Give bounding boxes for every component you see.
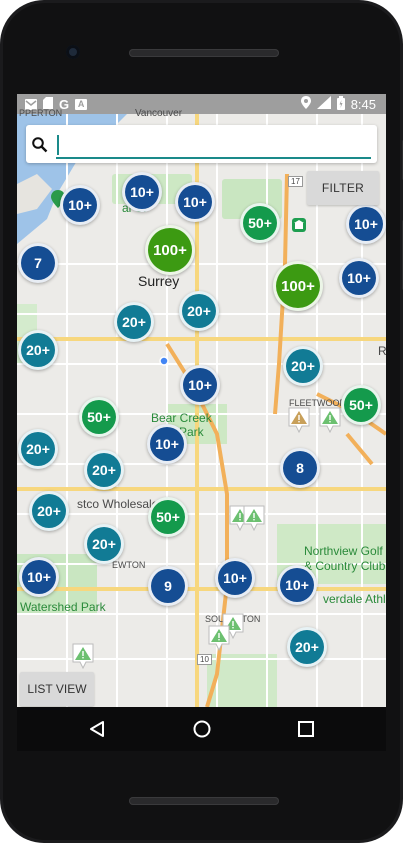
map-label-northview-1: Northview Golf — [304, 544, 383, 558]
android-nav-bar — [17, 707, 386, 751]
cluster-marker[interactable]: 20+ — [84, 524, 124, 564]
cluster-marker[interactable]: 50+ — [240, 203, 280, 243]
cluster-marker[interactable]: 20+ — [179, 291, 219, 331]
map-label-newton: EWTON — [112, 560, 146, 570]
app-screen: G A 8:45 PPERTON Vancouver 17 Surrey R B… — [17, 94, 386, 707]
front-camera — [66, 45, 80, 59]
filter-button[interactable]: FILTER — [307, 171, 379, 205]
top-speaker — [129, 49, 279, 57]
map-label-surrey: Surrey — [138, 273, 180, 289]
cluster-marker[interactable]: 50+ — [341, 385, 381, 425]
home-icon[interactable] — [192, 719, 212, 739]
cluster-marker[interactable]: 20+ — [114, 302, 154, 342]
cluster-marker[interactable]: 10+ — [175, 182, 215, 222]
cluster-marker[interactable]: 20+ — [18, 330, 58, 370]
map-label-vancouver: Vancouver — [135, 108, 183, 119]
lte-signal-icon — [316, 96, 331, 112]
photo-icon: A — [75, 98, 88, 110]
store-pin[interactable] — [291, 217, 307, 233]
cluster-marker[interactable]: 100+ — [145, 225, 195, 275]
search-icon — [32, 137, 48, 153]
cluster-marker[interactable]: 50+ — [148, 497, 188, 537]
cluster-marker[interactable]: 10+ — [147, 424, 187, 464]
map-label-costco: stco Wholesale — [77, 497, 159, 511]
cluster-marker[interactable]: 10+ — [277, 565, 317, 605]
cluster-marker[interactable]: 7 — [18, 243, 58, 283]
cluster-marker[interactable]: 10+ — [339, 258, 379, 298]
cluster-marker[interactable]: 20+ — [29, 491, 69, 531]
cluster-marker[interactable]: 100+ — [273, 261, 323, 311]
route-10-shield: 10 — [197, 654, 212, 665]
cluster-marker[interactable]: 10+ — [19, 557, 59, 597]
text-cursor — [57, 135, 59, 155]
status-bar: G A 8:45 — [17, 94, 386, 114]
warning-pin[interactable] — [71, 642, 95, 670]
bottom-speaker — [129, 797, 279, 805]
map-label-pperton: PPERTON — [19, 108, 63, 118]
cluster-marker[interactable]: 9 — [148, 566, 188, 606]
map-label-r-edge: R — [378, 344, 386, 358]
warning-pin[interactable] — [318, 406, 342, 434]
clock: 8:45 — [350, 96, 376, 112]
list-view-button[interactable]: LIST VIEW — [20, 672, 94, 706]
warning-pin[interactable] — [242, 504, 266, 532]
cluster-marker[interactable]: 10+ — [180, 365, 220, 405]
battery-icon — [336, 95, 345, 113]
cluster-marker[interactable]: 20+ — [287, 627, 327, 667]
cluster-marker[interactable]: 20+ — [84, 450, 124, 490]
map-label-northview-2: & Country Club — [304, 559, 386, 573]
cluster-marker[interactable]: 50+ — [79, 397, 119, 437]
cluster-marker[interactable]: 10+ — [122, 172, 162, 212]
map-label-bear-creek: Bear Creek — [151, 411, 212, 425]
map-label-watershed: Watershed Park — [20, 600, 106, 614]
location-icon — [300, 96, 311, 112]
map-label-cloverdale: verdale Athle — [323, 592, 386, 606]
cluster-marker[interactable]: 10+ — [346, 204, 386, 244]
search-input[interactable] — [56, 131, 371, 159]
cluster-marker[interactable]: 8 — [280, 448, 320, 488]
search-bar — [26, 125, 377, 163]
cluster-marker[interactable]: 10+ — [60, 185, 100, 225]
recents-icon[interactable] — [296, 719, 316, 739]
warning-pin[interactable] — [287, 406, 311, 434]
warning-pin[interactable] — [207, 624, 231, 652]
back-icon[interactable] — [88, 719, 108, 739]
cluster-marker[interactable]: 20+ — [283, 346, 323, 386]
route-17-shield: 17 — [288, 176, 303, 187]
cluster-marker[interactable]: 20+ — [18, 429, 58, 469]
cluster-marker[interactable]: 10+ — [215, 558, 255, 598]
